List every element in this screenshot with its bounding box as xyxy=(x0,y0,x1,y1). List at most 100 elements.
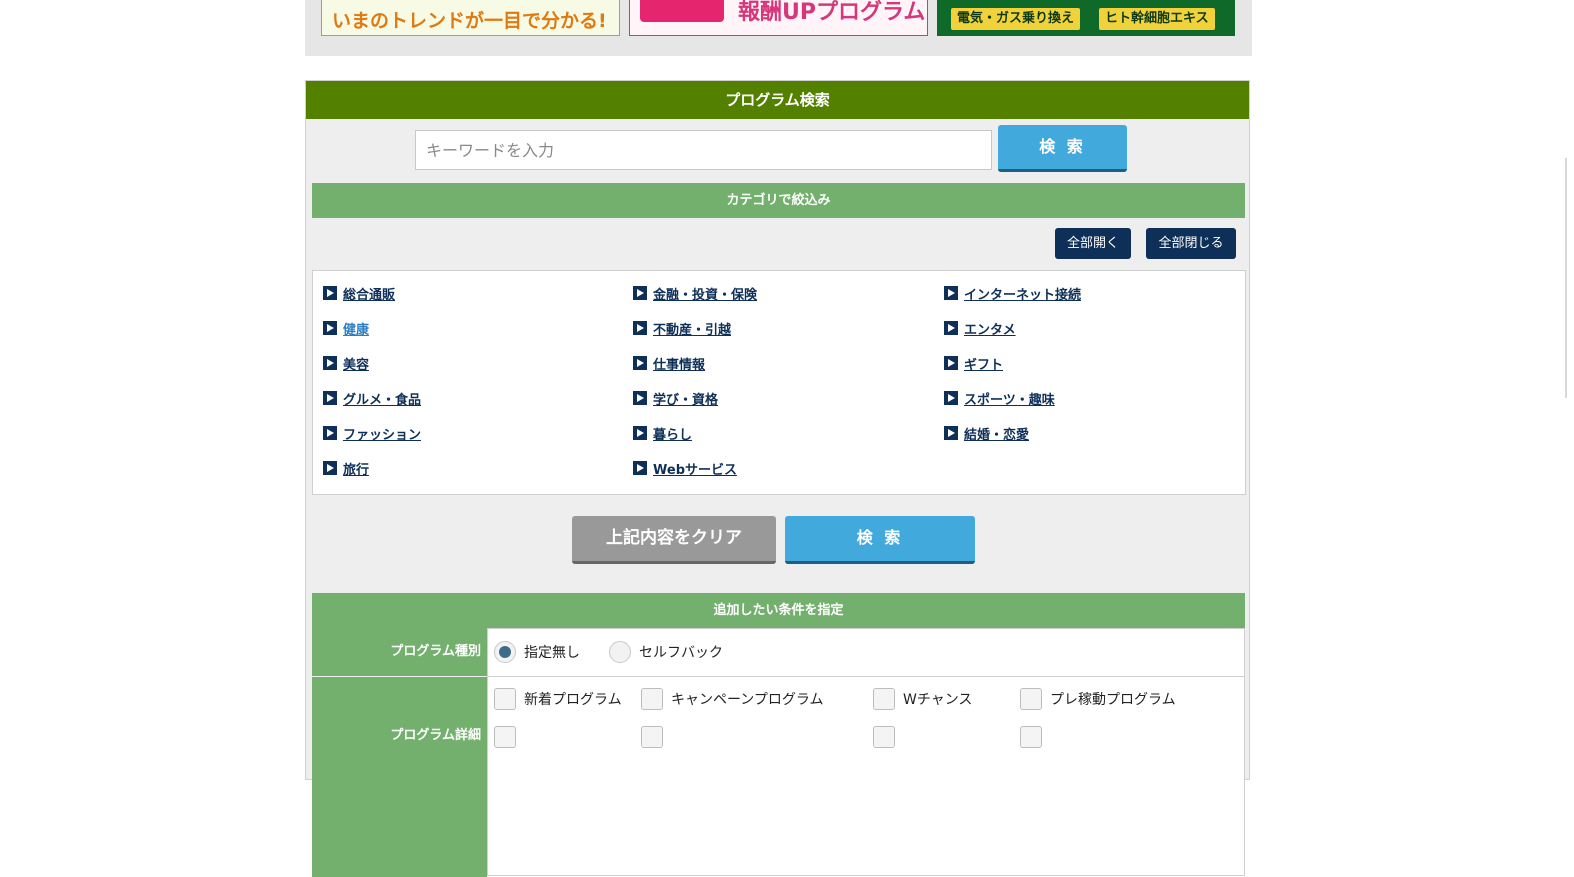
category-item[interactable]: 不動産・引越 xyxy=(633,318,731,338)
category-link[interactable]: 旅行 xyxy=(343,459,369,478)
category-item[interactable]: インターネット接続 xyxy=(944,283,1081,303)
checkbox-row2-b[interactable] xyxy=(641,726,671,748)
play-arrow-icon xyxy=(323,391,337,405)
checkbox-label: キャンペーンプログラム xyxy=(671,692,824,708)
play-arrow-icon xyxy=(323,286,337,300)
conditions-table: プログラム種別 指定無し セルフバック プログラム詳細 新着プログラム キャンペ… xyxy=(312,628,1245,877)
play-arrow-icon xyxy=(633,321,647,335)
page-scrollbar[interactable] xyxy=(1565,158,1567,398)
checkbox-campaign[interactable]: キャンペーンプログラム xyxy=(641,688,823,710)
play-arrow-icon xyxy=(633,286,647,300)
category-filter-bar: カテゴリで絞込み xyxy=(312,183,1245,218)
category-link[interactable]: 金融・投資・保険 xyxy=(653,284,757,303)
banner-tag-stemcell: ヒト幹細胞エキス xyxy=(1099,8,1215,30)
category-link[interactable]: 学び・資格 xyxy=(653,389,718,408)
radio-unselected-icon xyxy=(609,641,631,663)
category-item[interactable]: 美容 xyxy=(323,353,369,373)
program-type-label: プログラム種別 xyxy=(312,628,487,676)
category-link[interactable]: スポーツ・趣味 xyxy=(964,389,1055,408)
checkbox-icon xyxy=(1020,726,1042,748)
keyword-input[interactable] xyxy=(415,130,992,170)
category-item[interactable]: 旅行 xyxy=(323,458,369,478)
category-link[interactable]: 健康 xyxy=(343,319,369,338)
category-link[interactable]: 総合通販 xyxy=(343,284,395,303)
checkbox-new[interactable]: 新着プログラム xyxy=(494,688,622,710)
checkbox-icon xyxy=(494,688,516,710)
banner-pink-badge xyxy=(640,0,724,22)
category-link[interactable]: 不動産・引越 xyxy=(653,319,731,338)
category-list: 総合通販 健康 美容 グルメ・食品 ファッション 旅行 金融・投資・保険 不動産… xyxy=(312,270,1246,495)
checkbox-row2-c[interactable] xyxy=(873,726,903,748)
category-link[interactable]: グルメ・食品 xyxy=(343,389,421,408)
category-item[interactable]: ギフト xyxy=(944,353,1003,373)
category-item[interactable]: エンタメ xyxy=(944,318,1016,338)
category-link[interactable]: エンタメ xyxy=(964,319,1016,338)
close-all-button[interactable]: 全部閉じる xyxy=(1146,228,1236,259)
program-detail-label: プログラム詳細 xyxy=(312,677,487,877)
banner-reward-up[interactable]: 報酬UPプログラム xyxy=(629,0,928,36)
checkbox-row2-a[interactable] xyxy=(494,726,524,748)
keyword-search-button[interactable]: 検 索 xyxy=(998,125,1127,172)
checkbox-label: Wチャンス xyxy=(903,692,973,708)
category-link[interactable]: 結婚・恋愛 xyxy=(964,424,1029,443)
category-item[interactable]: グルメ・食品 xyxy=(323,388,421,408)
checkbox-icon xyxy=(1020,688,1042,710)
checkbox-pre-launch[interactable]: プレ稼動プログラム xyxy=(1020,688,1176,710)
category-search-button[interactable]: 検 索 xyxy=(785,516,975,564)
play-arrow-icon xyxy=(323,461,337,475)
checkbox-icon xyxy=(641,726,663,748)
radio-selfback[interactable]: セルフバック xyxy=(609,641,723,663)
play-arrow-icon xyxy=(944,286,958,300)
category-link[interactable]: インターネット接続 xyxy=(964,284,1081,303)
play-arrow-icon xyxy=(944,426,958,440)
checkbox-icon xyxy=(494,726,516,748)
category-item[interactable]: スポーツ・趣味 xyxy=(944,388,1055,408)
category-item[interactable]: 仕事情報 xyxy=(633,353,705,373)
radio-none[interactable]: 指定無し xyxy=(494,641,580,663)
category-link[interactable]: 仕事情報 xyxy=(653,354,705,373)
panel-title: プログラム検索 xyxy=(306,81,1249,119)
play-arrow-icon xyxy=(944,391,958,405)
checkbox-label: 新着プログラム xyxy=(524,692,622,708)
category-item[interactable]: 結婚・恋愛 xyxy=(944,423,1029,443)
play-arrow-icon xyxy=(323,321,337,335)
program-detail-cell: 新着プログラム キャンペーンプログラム Wチャンス プレ稼動プログラム xyxy=(487,676,1245,876)
clear-button[interactable]: 上記内容をクリア xyxy=(572,516,776,564)
play-arrow-icon xyxy=(944,321,958,335)
radio-label: セルフバック xyxy=(639,645,723,661)
category-link[interactable]: 美容 xyxy=(343,354,369,373)
program-type-cell: 指定無し セルフバック xyxy=(487,628,1245,677)
banner-reward-text: 報酬UPプログラム xyxy=(738,0,926,25)
play-arrow-icon xyxy=(944,356,958,370)
play-arrow-icon xyxy=(633,391,647,405)
banner-trend[interactable]: いまのトレンドが一目で分かる! xyxy=(321,0,620,36)
program-search-panel: プログラム検索 検 索 カテゴリで絞込み 全部開く 全部閉じる 総合通販 健康 … xyxy=(305,80,1250,877)
category-item[interactable]: 総合通販 xyxy=(323,283,395,303)
play-arrow-icon xyxy=(323,356,337,370)
banner-green[interactable]: 電気・ガス乗り換え ヒト幹細胞エキス xyxy=(937,0,1235,36)
play-arrow-icon xyxy=(633,356,647,370)
category-item[interactable]: 学び・資格 xyxy=(633,388,718,408)
radio-selected-icon xyxy=(494,641,516,663)
play-arrow-icon xyxy=(633,461,647,475)
additional-conditions-bar: 追加したい条件を指定 xyxy=(312,593,1245,628)
category-item[interactable]: ファッション xyxy=(323,423,421,443)
checkbox-row2-d[interactable] xyxy=(1020,726,1050,748)
checkbox-icon xyxy=(641,688,663,710)
open-all-button[interactable]: 全部開く xyxy=(1055,228,1131,259)
play-arrow-icon xyxy=(323,426,337,440)
category-item[interactable]: 健康 xyxy=(323,318,369,338)
category-item[interactable]: Webサービス xyxy=(633,458,737,478)
category-link[interactable]: ファッション xyxy=(343,424,421,443)
category-link[interactable]: ギフト xyxy=(964,354,1003,373)
play-arrow-icon xyxy=(633,426,647,440)
category-item[interactable]: 暮らし xyxy=(633,423,692,443)
checkbox-wchance[interactable]: Wチャンス xyxy=(873,688,972,710)
checkbox-icon xyxy=(873,726,895,748)
banner-tag-energy: 電気・ガス乗り換え xyxy=(951,8,1081,30)
category-link[interactable]: 暮らし xyxy=(653,424,692,443)
radio-label: 指定無し xyxy=(524,645,580,661)
category-item[interactable]: 金融・投資・保険 xyxy=(633,283,757,303)
checkbox-icon xyxy=(873,688,895,710)
category-link[interactable]: Webサービス xyxy=(653,459,737,478)
